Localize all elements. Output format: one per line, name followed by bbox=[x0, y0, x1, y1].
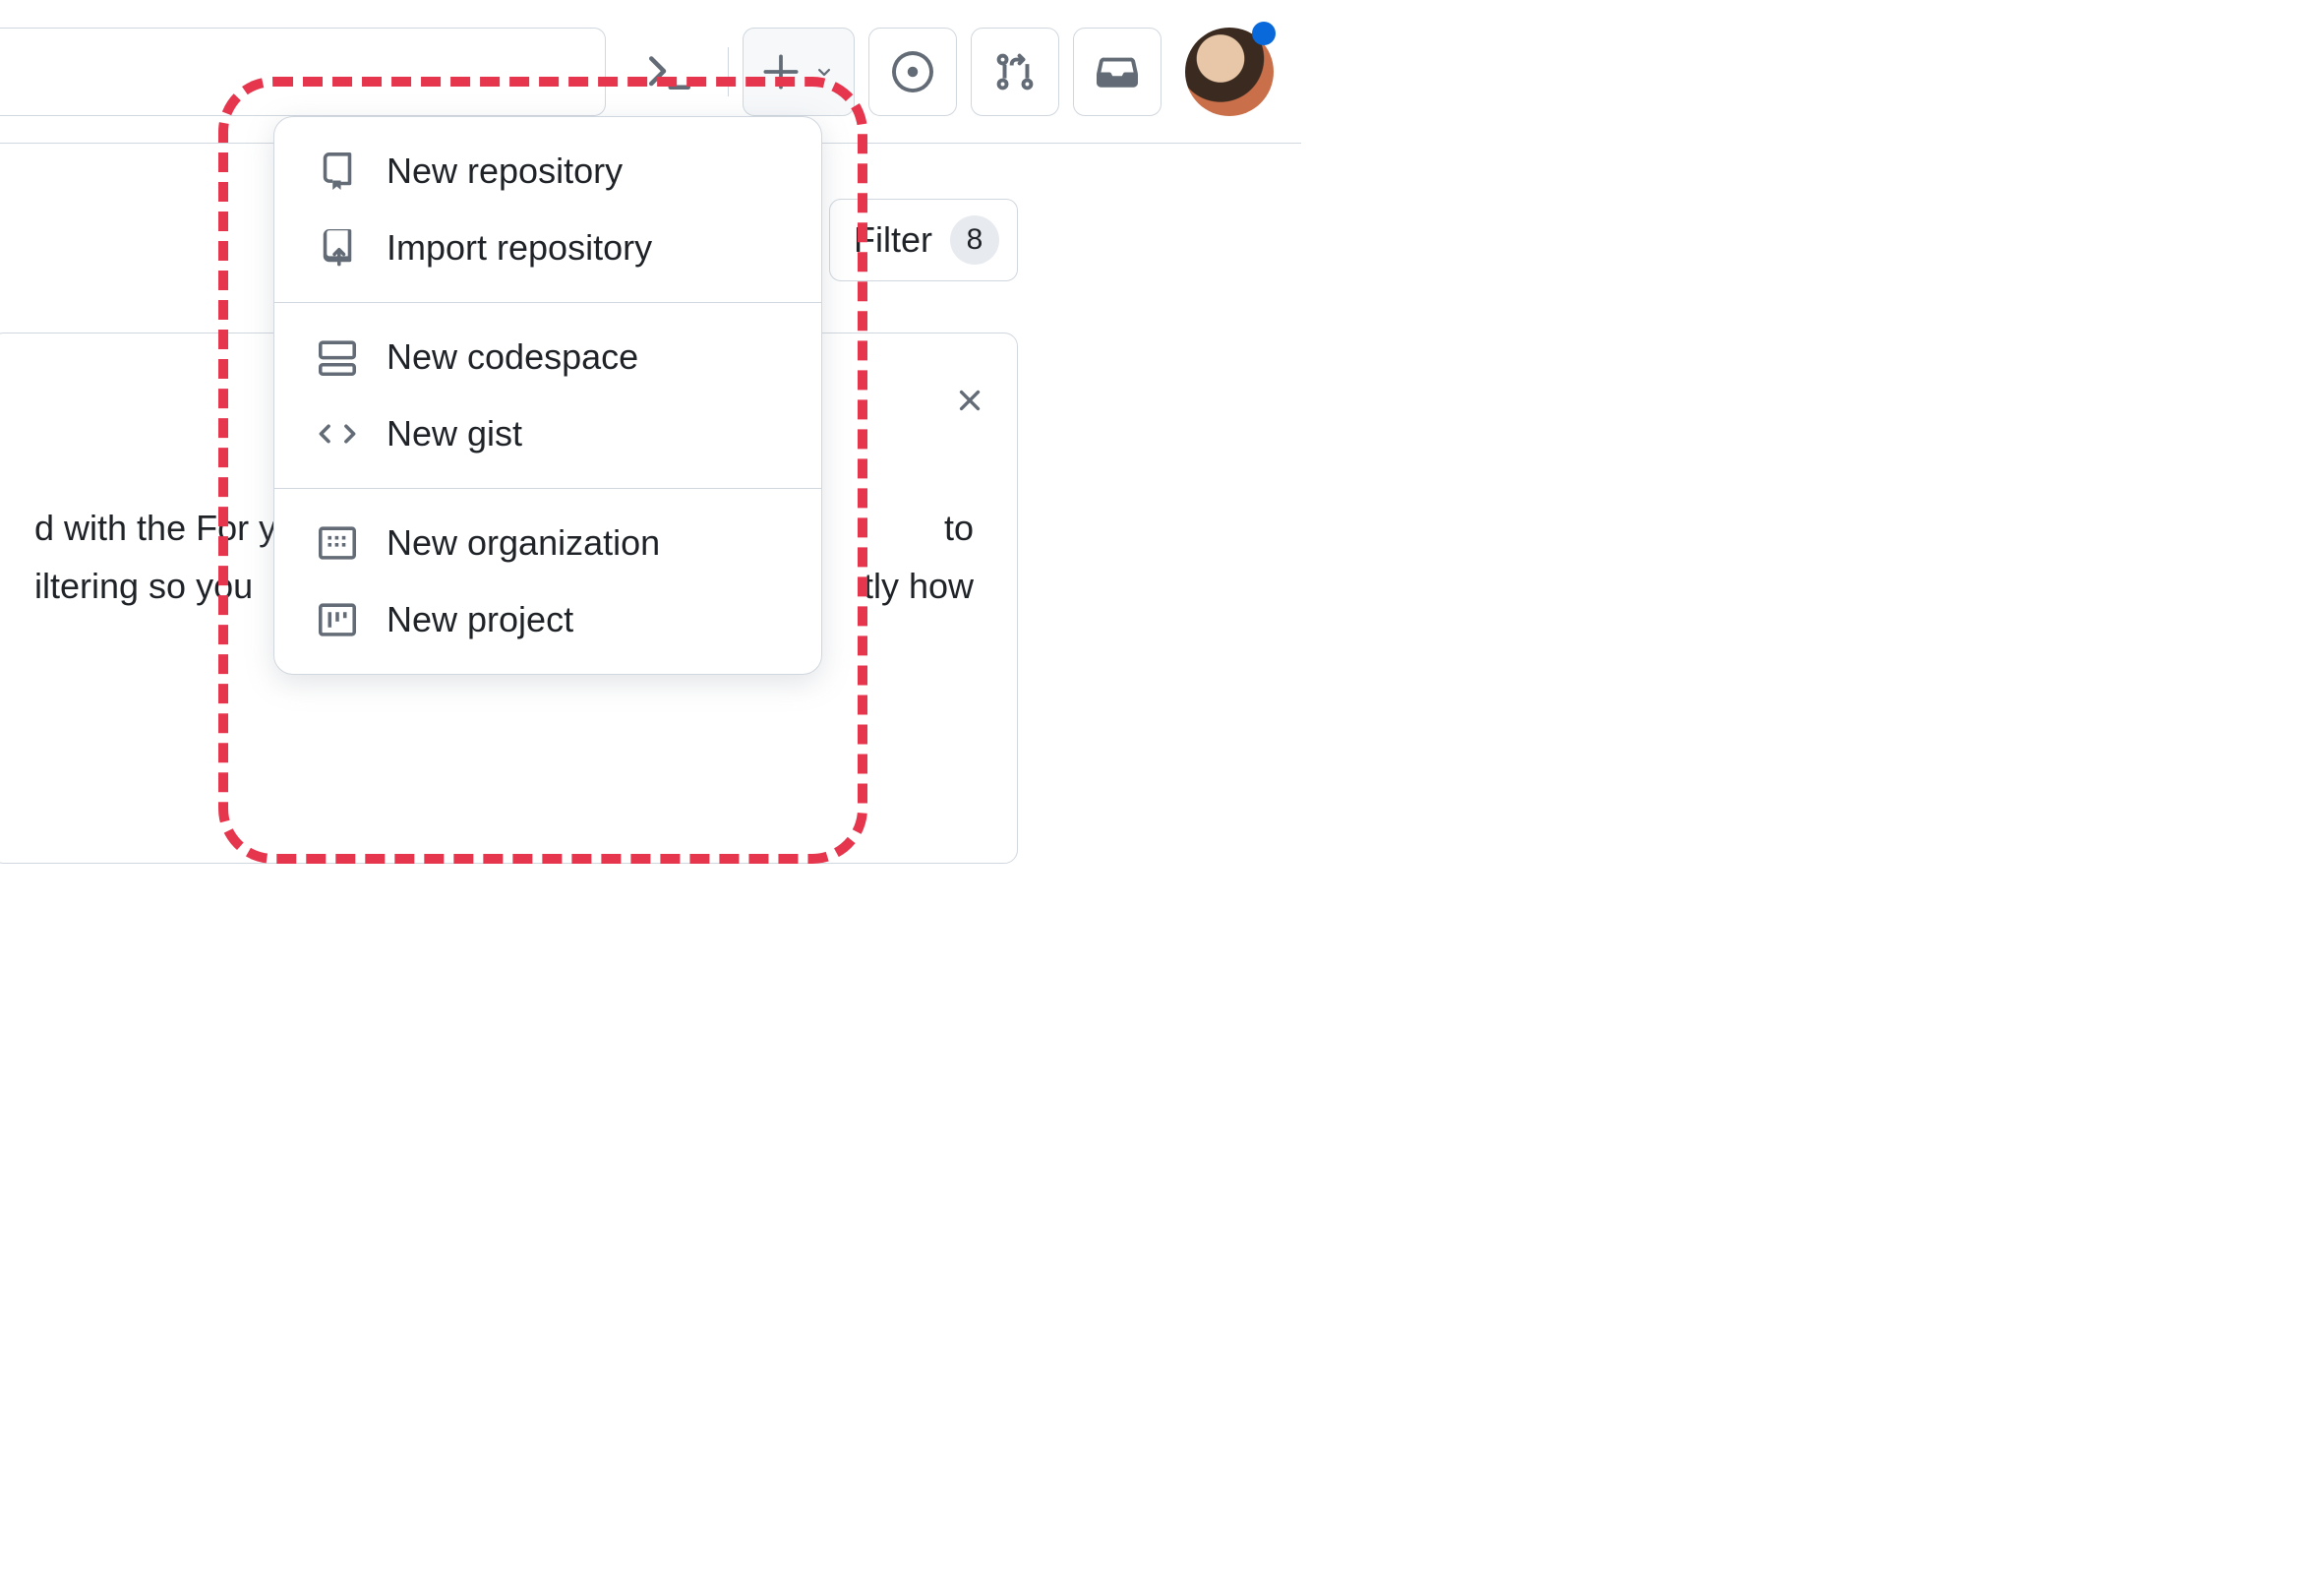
inbox-icon bbox=[1097, 51, 1138, 92]
new-gist-item[interactable]: New gist bbox=[274, 395, 821, 472]
divider bbox=[728, 47, 729, 96]
code-icon bbox=[316, 415, 359, 453]
filter-button[interactable]: Filter 8 bbox=[829, 199, 1018, 281]
filter-label: Filter bbox=[854, 219, 932, 261]
plus-icon bbox=[761, 52, 801, 91]
command-palette-button[interactable] bbox=[626, 28, 714, 116]
repo-push-icon bbox=[316, 229, 359, 267]
organization-icon bbox=[316, 524, 359, 562]
x-icon bbox=[952, 383, 987, 418]
close-button[interactable] bbox=[952, 383, 987, 418]
repo-icon bbox=[316, 152, 359, 190]
card-body-fragment: tly how bbox=[864, 557, 974, 615]
menu-item-label: New gist bbox=[387, 413, 522, 454]
project-icon bbox=[316, 601, 359, 638]
inbox-button[interactable] bbox=[1073, 28, 1162, 116]
card-body-fragment: to bbox=[944, 499, 974, 557]
menu-item-label: New codespace bbox=[387, 336, 638, 378]
issues-button[interactable] bbox=[868, 28, 957, 116]
menu-item-label: New repository bbox=[387, 151, 623, 192]
search-input[interactable] bbox=[0, 28, 606, 116]
card-body-fragment: iltering so you bbox=[34, 557, 253, 615]
filter-count-badge: 8 bbox=[950, 215, 999, 265]
user-menu-button[interactable] bbox=[1185, 28, 1274, 116]
codespaces-icon bbox=[316, 338, 359, 376]
import-repository-item[interactable]: Import repository bbox=[274, 210, 821, 286]
terminal-icon bbox=[646, 48, 693, 95]
new-codespace-item[interactable]: New codespace bbox=[274, 319, 821, 395]
create-new-button[interactable] bbox=[743, 28, 855, 116]
new-repository-item[interactable]: New repository bbox=[274, 133, 821, 210]
menu-item-label: New project bbox=[387, 599, 573, 640]
pull-requests-button[interactable] bbox=[971, 28, 1059, 116]
new-organization-item[interactable]: New organization bbox=[274, 505, 821, 581]
create-new-dropdown: New repository Import repository New cod… bbox=[273, 116, 822, 675]
new-project-item[interactable]: New project bbox=[274, 581, 821, 658]
menu-item-label: Import repository bbox=[387, 227, 652, 269]
issue-opened-icon bbox=[892, 51, 933, 92]
git-pull-request-icon bbox=[994, 51, 1036, 92]
chevron-down-icon bbox=[812, 60, 836, 84]
card-body-fragment: d with the For y bbox=[34, 499, 276, 557]
notification-dot-icon bbox=[1252, 22, 1276, 45]
menu-item-label: New organization bbox=[387, 522, 660, 564]
